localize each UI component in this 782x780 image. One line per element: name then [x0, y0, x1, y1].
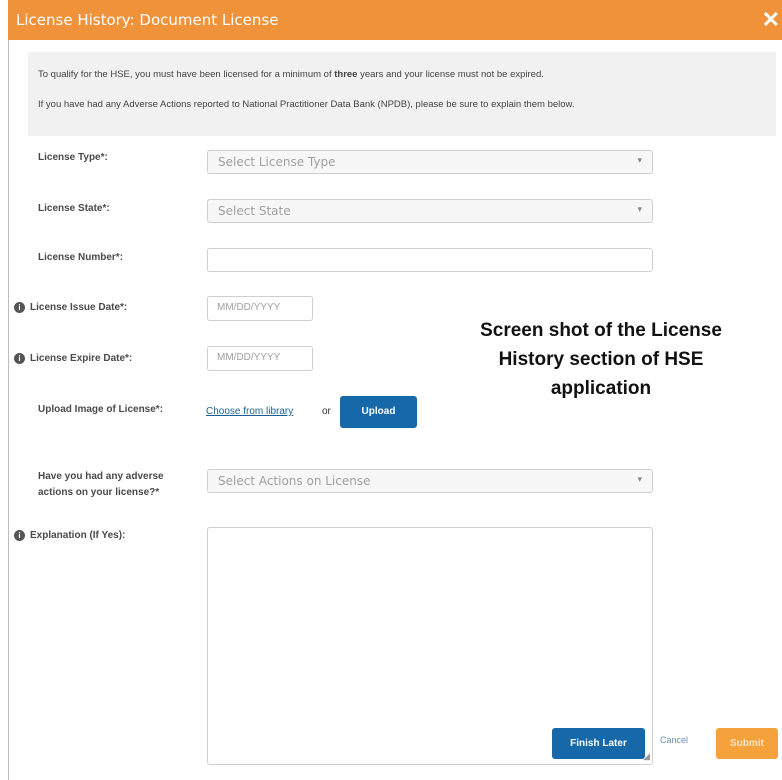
info-emphasis: three [334, 69, 358, 80]
close-icon[interactable]: ✕ [762, 7, 780, 33]
screenshot-caption: Screen shot of the License History secti… [480, 320, 722, 399]
license-number-input[interactable] [207, 248, 653, 272]
dialog-left-border [8, 40, 9, 780]
upload-or-text: or [322, 406, 331, 417]
finish-later-button[interactable]: Finish Later [552, 728, 645, 759]
license-state-select[interactable]: Select State ▾ [207, 199, 653, 223]
choose-from-library-link[interactable]: Choose from library [206, 406, 293, 417]
info-icon[interactable]: i [14, 353, 25, 364]
license-type-label: License Type*: [38, 152, 108, 163]
dialog-titlebar: License History: Document License ✕ [8, 0, 782, 40]
license-number-label: License Number*: [38, 252, 124, 263]
chevron-down-icon: ▾ [637, 155, 642, 165]
upload-label: Upload Image of License*: [38, 404, 164, 415]
info-panel: To qualify for the HSE, you must have be… [28, 52, 776, 136]
submit-button[interactable]: Submit [716, 728, 778, 759]
info-line-2: If you have had any Adverse Actions repo… [38, 99, 575, 110]
expire-date-input[interactable]: MM/DD/YYYY [207, 346, 313, 371]
info-icon[interactable]: i [14, 302, 25, 313]
license-type-select[interactable]: Select License Type ▾ [207, 150, 653, 174]
adverse-actions-select[interactable]: Select Actions on License ▾ [207, 469, 653, 493]
issue-date-input[interactable]: MM/DD/YYYY [207, 296, 313, 321]
cancel-link[interactable]: Cancel [660, 735, 688, 745]
chevron-down-icon: ▾ [637, 474, 642, 484]
explanation-label: Explanation (If Yes): [30, 530, 126, 541]
adverse-actions-label: Have you had any adverse actions on your … [38, 471, 164, 498]
issue-date-label: License Issue Date*: [30, 302, 128, 313]
upload-button[interactable]: Upload [340, 396, 417, 428]
dialog-title: License History: Document License [16, 11, 279, 29]
expire-date-label: License Expire Date*: [30, 353, 133, 364]
info-icon[interactable]: i [14, 530, 25, 541]
chevron-down-icon: ▾ [637, 204, 642, 214]
info-line-1: To qualify for the HSE, you must have be… [38, 69, 544, 80]
license-state-label: License State*: [38, 203, 110, 214]
